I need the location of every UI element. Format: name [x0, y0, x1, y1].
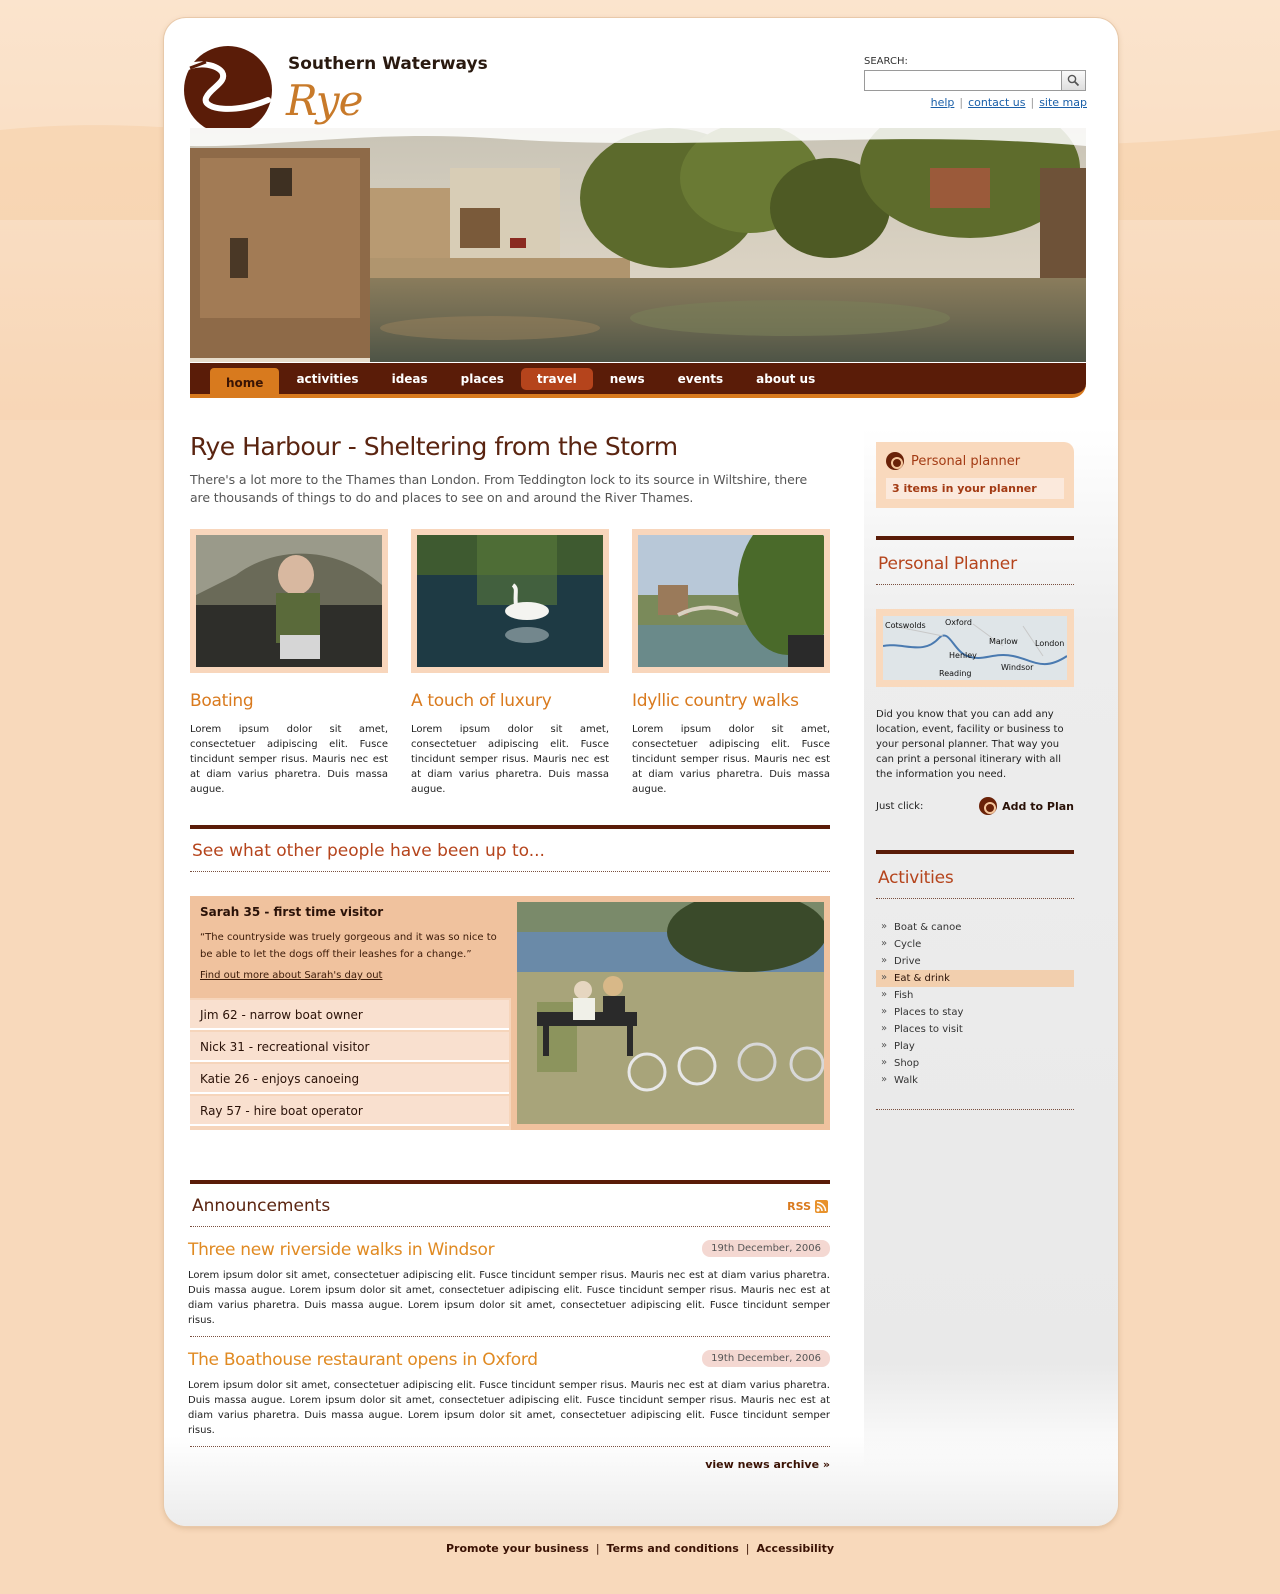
- announcement-item: Three new riverside walks in Windsor 19t…: [188, 1227, 830, 1337]
- announcement-date: 19th December, 2006: [702, 1350, 830, 1367]
- people-panel: Sarah 35 - first time visitor “The count…: [190, 896, 830, 1130]
- map-label: Marlow: [989, 637, 1018, 646]
- people-photo: [511, 896, 830, 1130]
- announcements-heading: Announcements: [192, 1196, 331, 1216]
- planner-heading: Personal Planner: [876, 540, 1074, 585]
- announcement-body: Lorem ipsum dolor sit amet, consectetuer…: [188, 1380, 830, 1436]
- add-to-plan-button[interactable]: Add to Plan: [979, 797, 1074, 815]
- utility-links: help | contact us | site map: [930, 96, 1087, 109]
- feature-text: Lorem ipsum dolor sit amet, consectetuer…: [190, 724, 388, 795]
- map-label: Henley: [949, 651, 977, 660]
- activity-item[interactable]: Walk: [876, 1072, 1074, 1089]
- feature-card[interactable]: Boating Lorem ipsum dolor sit amet, cons…: [190, 529, 388, 797]
- planner-icon: [886, 452, 904, 470]
- feature-list: Boating Lorem ipsum dolor sit amet, cons…: [190, 529, 830, 797]
- search-label: SEARCH:: [864, 56, 908, 67]
- activity-item[interactable]: Fish: [876, 987, 1074, 1004]
- feature-text: Lorem ipsum dolor sit amet, consectetuer…: [411, 724, 609, 795]
- feature-card[interactable]: Idyllic country walks Lorem ipsum dolor …: [632, 529, 830, 797]
- feature-image[interactable]: [632, 529, 830, 673]
- news-archive-link[interactable]: view news archive »: [190, 1458, 830, 1471]
- person-row[interactable]: Katie 26 - enjoys canoeing: [190, 1064, 509, 1094]
- activity-item[interactable]: Play: [876, 1038, 1074, 1055]
- feature-image[interactable]: [190, 529, 388, 673]
- activities-list: Boat & canoe Cycle Drive Eat & drink Fis…: [876, 919, 1074, 1089]
- feature-title[interactable]: A touch of luxury: [411, 691, 609, 711]
- announcement-item: The Boathouse restaurant opens in Oxford…: [188, 1337, 830, 1447]
- nav-about-us[interactable]: about us: [740, 368, 831, 390]
- activity-item[interactable]: Cycle: [876, 936, 1074, 953]
- rss-link[interactable]: RSS: [787, 1199, 828, 1213]
- main-content: Rye Harbour - Sheltering from the Storm …: [188, 432, 830, 1471]
- nav-travel[interactable]: travel: [520, 367, 593, 390]
- nav-ideas[interactable]: ideas: [376, 368, 444, 390]
- announcement-body: Lorem ipsum dolor sit amet, consectetuer…: [188, 1270, 830, 1326]
- person-more-link[interactable]: Find out more about Sarah's day out: [200, 970, 501, 981]
- featured-person: Sarah 35 - first time visitor “The count…: [190, 896, 511, 998]
- planner-summary[interactable]: Personal planner 3 items in your planner: [876, 442, 1074, 508]
- activity-item[interactable]: Drive: [876, 953, 1074, 970]
- person-row[interactable]: Nick 31 - recreational visitor: [190, 1032, 509, 1062]
- map-label: Oxford: [945, 618, 972, 627]
- feature-image[interactable]: [411, 529, 609, 673]
- search-button[interactable]: [1061, 70, 1086, 91]
- brand-tagline: Southern Waterways: [288, 54, 488, 74]
- map-label: Reading: [939, 669, 971, 678]
- contact-link[interactable]: contact us: [968, 96, 1025, 109]
- search-input[interactable]: [864, 70, 1062, 91]
- people-section: See what other people have been up to...…: [190, 825, 830, 1130]
- footer-link-accessibility[interactable]: Accessibility: [757, 1542, 835, 1555]
- feature-title[interactable]: Boating: [190, 691, 388, 711]
- activity-item-active[interactable]: Eat & drink: [876, 970, 1074, 987]
- person-name: Sarah 35 - first time visitor: [200, 905, 384, 919]
- map-label: Cotswolds: [885, 621, 926, 630]
- search-icon: [1067, 74, 1080, 87]
- activity-item[interactable]: Places to stay: [876, 1004, 1074, 1021]
- footer-link-promote[interactable]: Promote your business: [446, 1542, 589, 1555]
- person-row[interactable]: Ray 57 - hire boat operator: [190, 1096, 509, 1126]
- person-quote: “The countryside was truely gorgeous and…: [200, 932, 497, 960]
- activity-item[interactable]: Shop: [876, 1055, 1074, 1072]
- main-nav: home activities ideas places travel news…: [190, 363, 1086, 398]
- nav-news[interactable]: news: [594, 368, 661, 390]
- site-logo[interactable]: Southern Waterways Rye Harbour: [176, 42, 536, 174]
- page-card: Southern Waterways Rye Harbour SEARCH: h…: [164, 18, 1118, 1526]
- planner-map[interactable]: Cotswolds Oxford Marlow London Henley Wi…: [876, 609, 1074, 687]
- planner-summary-title: Personal planner: [911, 453, 1021, 469]
- activity-item[interactable]: Places to visit: [876, 1021, 1074, 1038]
- nav-events[interactable]: events: [662, 368, 740, 390]
- page-title: Rye Harbour - Sheltering from the Storm: [190, 432, 678, 461]
- activity-item[interactable]: Boat & canoe: [876, 919, 1074, 936]
- logo-mark-icon: [176, 46, 272, 134]
- map-label: London: [1035, 639, 1064, 648]
- feature-text: Lorem ipsum dolor sit amet, consectetuer…: [632, 724, 830, 795]
- nav-places[interactable]: places: [445, 368, 520, 390]
- announcement-date: 19th December, 2006: [702, 1240, 830, 1257]
- person-row[interactable]: Jim 62 - narrow boat owner: [190, 1000, 509, 1030]
- sidebar: Personal planner 3 items in your planner…: [876, 442, 1074, 1110]
- nav-activities[interactable]: activities: [280, 368, 374, 390]
- planner-description: Did you know that you can add any locati…: [876, 709, 1064, 780]
- feature-card[interactable]: A touch of luxury Lorem ipsum dolor sit …: [411, 529, 609, 797]
- add-to-plan-icon: [979, 797, 998, 815]
- nav-home[interactable]: home: [210, 368, 280, 395]
- just-click-label: Just click:: [876, 800, 924, 812]
- footer-link-terms[interactable]: Terms and conditions: [607, 1542, 739, 1555]
- map-label: Windsor: [1001, 663, 1034, 672]
- site-map-link[interactable]: site map: [1039, 96, 1087, 109]
- activities-heading: Activities: [876, 854, 1074, 899]
- hero-image: [190, 128, 1086, 362]
- rss-icon: [815, 1199, 828, 1213]
- feature-title[interactable]: Idyllic country walks: [632, 691, 830, 711]
- announcements-section: Announcements RSS Three new riverside wa…: [188, 1180, 830, 1471]
- footer: Promote your business | Terms and conditio…: [445, 1542, 835, 1555]
- intro-text: There's a lot more to the Thames than Lo…: [190, 472, 808, 505]
- help-link[interactable]: help: [931, 96, 955, 109]
- planner-count[interactable]: 3 items in your planner: [886, 478, 1064, 499]
- people-heading: See what other people have been up to...: [190, 829, 830, 872]
